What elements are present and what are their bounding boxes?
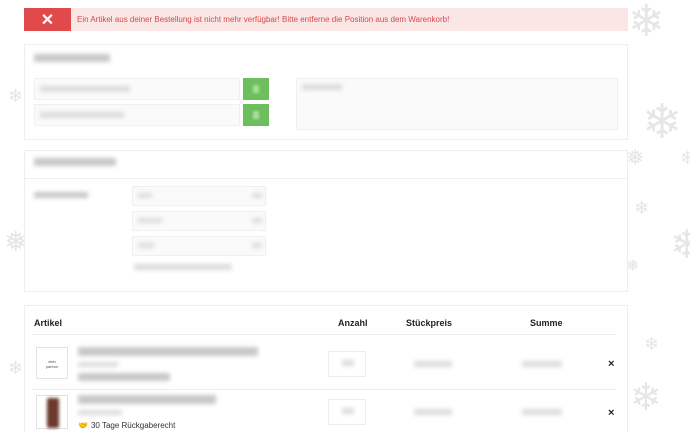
handshake-icon: 🤝 <box>78 421 88 430</box>
shipping-info-link[interactable] <box>134 264 232 270</box>
shipping-label <box>34 192 88 198</box>
product-variant <box>78 410 122 415</box>
product-thumbnail[interactable]: dein parfum <box>36 347 68 379</box>
product-name[interactable] <box>78 395 216 404</box>
close-icon[interactable]: ✕ <box>24 8 71 31</box>
shipping-option-3-price <box>252 243 262 248</box>
column-header-total: Summe <box>530 318 563 328</box>
header-divider <box>32 334 616 335</box>
product-thumbnail[interactable] <box>36 395 68 429</box>
voucher-panel-title <box>34 54 110 62</box>
thumbnail-brand-text: dein parfum <box>45 359 59 369</box>
column-header-article: Artikel <box>34 318 63 328</box>
unit-price-value <box>414 361 452 367</box>
total-value <box>522 361 562 367</box>
quantity-value <box>342 360 354 366</box>
note-textarea[interactable] <box>296 78 618 130</box>
product-name[interactable] <box>78 347 258 356</box>
column-header-unit-price: Stückpreis <box>406 318 453 328</box>
product-variant <box>78 362 118 367</box>
divider <box>25 178 627 179</box>
snowflake-decoration-icon: ❄ <box>8 358 24 379</box>
snowflake-decoration-icon: ❄ <box>680 148 690 169</box>
shipping-panel <box>24 150 628 292</box>
snowflake-decoration-icon: ❄ <box>628 0 665 47</box>
unit-price-value <box>414 409 452 415</box>
total-value <box>522 409 562 415</box>
remove-item-button[interactable]: × <box>608 407 614 419</box>
row-divider <box>32 389 616 390</box>
column-header-quantity: Anzahl <box>338 318 368 328</box>
snowflake-decoration-icon: ❄ <box>634 198 650 219</box>
shipping-option-1[interactable] <box>132 186 266 206</box>
snowflake-decoration-icon: ❄ <box>642 94 683 150</box>
perfume-bottle-image <box>47 398 59 428</box>
shipping-panel-title <box>34 158 116 166</box>
remove-item-button[interactable]: × <box>608 358 614 370</box>
snowflake-decoration-icon: ❄ <box>644 334 660 355</box>
voucher-apply-button[interactable] <box>243 78 269 100</box>
alert-message: Ein Artikel aus deiner Bestellung ist ni… <box>77 15 450 24</box>
shipping-option-3-text <box>138 243 154 248</box>
snowflake-decoration-icon: ❄ <box>630 375 662 419</box>
return-policy: 🤝 30 Tage Rückgaberecht <box>78 421 175 430</box>
shipping-option-2-price <box>252 218 262 223</box>
snowflake-decoration-icon: ❅ <box>626 146 645 171</box>
snowflake-decoration-icon: ❄ <box>670 222 690 268</box>
snowflake-decoration-icon: ❅ <box>626 256 640 275</box>
snowflake-decoration-icon: ❄ <box>8 86 24 107</box>
shipping-option-1-price <box>252 193 262 198</box>
quantity-value <box>342 408 354 414</box>
giftcard-input-placeholder <box>40 112 124 118</box>
return-policy-text: 30 Tage Rückgaberecht <box>90 421 176 430</box>
shipping-option-2-text <box>138 218 162 223</box>
voucher-input-placeholder <box>40 86 130 92</box>
product-availability <box>78 373 170 381</box>
error-alert: ✕ Ein Artikel aus deiner Bestellung ist … <box>24 8 628 31</box>
shipping-option-1-text <box>138 193 152 198</box>
note-placeholder <box>302 84 342 90</box>
giftcard-apply-button[interactable] <box>243 104 269 126</box>
